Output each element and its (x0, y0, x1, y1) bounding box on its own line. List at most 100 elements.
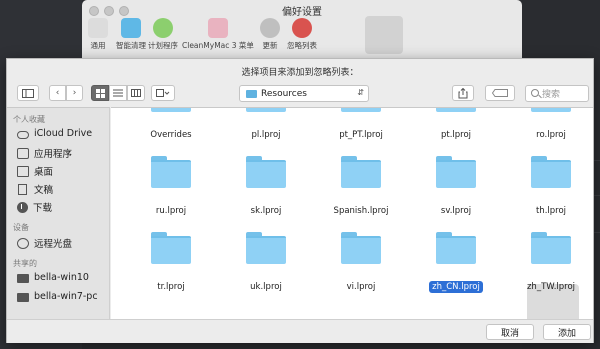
folder-item[interactable]: ro.lproj (506, 108, 593, 141)
folder-name: sv.lproj (440, 206, 472, 216)
view-columns-button[interactable] (127, 85, 145, 101)
folder-icon (436, 108, 476, 112)
folder-icon (151, 108, 191, 112)
updown-chevron-icon: ⇵ (357, 88, 364, 97)
columns-icon (131, 89, 141, 97)
view-gallery-button[interactable] (151, 85, 175, 101)
folder-icon (341, 108, 381, 112)
folder-item[interactable]: vi.lproj (316, 232, 406, 293)
tag-icon (492, 89, 508, 97)
view-list-button[interactable] (109, 85, 127, 101)
folder-item[interactable]: ru.lproj (126, 156, 216, 217)
monitor-icon (121, 18, 141, 38)
folder-name: th.lproj (535, 206, 567, 216)
switch-icon (88, 18, 108, 38)
folder-name: ro.lproj (536, 130, 566, 140)
folder-icon (246, 156, 286, 188)
tags-button[interactable] (485, 85, 515, 101)
folder-item[interactable]: tr.lproj (126, 232, 216, 293)
prefs-toolbar-label: 智能清理 (116, 41, 146, 50)
document-icon (18, 183, 27, 195)
prefs-toolbar-item[interactable]: CleanMyMac 3 菜单 (182, 18, 254, 51)
list-icon (113, 89, 123, 97)
sidebar-item[interactable]: bella-win10 (17, 272, 89, 283)
prefs-toolbar-item[interactable]: 忽略列表 (287, 18, 317, 51)
folder-item[interactable]: pt.lproj (411, 108, 501, 141)
sidebar-item[interactable]: 远程光盘 (17, 236, 72, 250)
path-popup[interactable]: Resources ⇵ (239, 85, 369, 102)
sidebar-item[interactable]: 下载 (17, 200, 52, 214)
add-button[interactable]: 添加 (543, 324, 591, 340)
gallery-chevron-icon (156, 89, 170, 97)
folder-item[interactable]: uk.lproj (221, 232, 311, 293)
applications-icon (17, 147, 29, 159)
computer-icon (17, 292, 29, 302)
sidebar-item[interactable]: 应用程序 (17, 146, 72, 160)
sidebar-item[interactable]: 桌面 (17, 164, 53, 178)
file-grid[interactable]: Overrides pl.lproj pt_PT.lproj pt.lproj ro.l… (111, 107, 593, 319)
folder-name: tr.lproj (157, 282, 185, 292)
folder-name: zh_CN.lproj (429, 281, 483, 293)
sidebar-icon (22, 88, 34, 98)
sidebar-item[interactable]: iCloud Drive (17, 128, 92, 139)
folder-icon (246, 232, 286, 264)
sidebar-item-label: 应用程序 (34, 149, 73, 160)
sheet-toolbar: ‹ › Resources ⇵ 搜索 (7, 81, 593, 107)
sidebar-toggle-button[interactable] (17, 85, 39, 101)
share-icon (458, 87, 468, 98)
sidebar: 个人收藏 iCloud Drive 应用程序 桌面 文稿 下载 设备 远程光盘 共享的 … (7, 107, 110, 319)
folder-name: pt_PT.lproj (339, 130, 383, 140)
search-input[interactable]: 搜索 (525, 85, 589, 102)
folder-item[interactable]: sk.lproj (221, 156, 311, 217)
folder-icon (246, 108, 286, 112)
folder-name: Overrides (150, 130, 192, 140)
sidebar-item-label: 桌面 (34, 167, 54, 178)
sidebar-heading-devices: 设备 (13, 223, 29, 232)
folder-icon (531, 232, 571, 264)
share-button[interactable] (452, 85, 474, 101)
folder-item[interactable]: sv.lproj (411, 156, 501, 217)
folder-item[interactable]: zh_CN.lproj (411, 232, 501, 293)
prefs-toolbar-item[interactable]: 智能清理 (116, 18, 146, 51)
desktop-icon (17, 165, 29, 177)
folder-name: ru.lproj (155, 206, 187, 216)
view-icons-button[interactable] (91, 85, 109, 101)
sidebar-item[interactable]: bella-win7-pc (17, 291, 98, 302)
download-icon (260, 18, 280, 38)
sidebar-item-label: 文稿 (34, 185, 54, 196)
prefs-toolbar-label: 忽略列表 (287, 41, 317, 50)
prefs-toolbar-item[interactable]: 更新 (260, 18, 280, 51)
prefs-toolbar-item[interactable]: 通用 (88, 18, 108, 51)
folder-item[interactable]: zh_TW.lproj (506, 232, 593, 293)
sidebar-item-label: bella-win7-pc (34, 291, 98, 302)
folder-item[interactable]: pl.lproj (221, 108, 311, 141)
prefs-toolbar-label: 计划程序 (148, 41, 178, 50)
back-button[interactable]: ‹ (49, 85, 66, 101)
toolbar-selection-highlight (365, 16, 403, 54)
cancel-button[interactable]: 取消 (486, 324, 534, 340)
prefs-toolbar-item[interactable]: 计划程序 (148, 18, 178, 51)
folder-icon (436, 232, 476, 264)
folder-icon (531, 108, 571, 112)
prefs-toolbar-label: 更新 (262, 41, 278, 50)
folder-item[interactable]: Overrides (126, 108, 216, 141)
sidebar-item[interactable]: 文稿 (17, 182, 53, 196)
folder-name: pt.lproj (440, 130, 472, 140)
path-label: Resources (261, 88, 307, 99)
folder-item[interactable]: pt_PT.lproj (316, 108, 406, 141)
sheet-title: 选择项目来添加到忽略列表： (241, 68, 359, 78)
folder-item[interactable]: Spanish.lproj (316, 156, 406, 217)
app-icon (207, 18, 228, 38)
folder-icon (341, 156, 381, 188)
folder-icon (341, 232, 381, 264)
forward-button[interactable]: › (66, 85, 83, 101)
no-entry-icon (292, 18, 312, 38)
folder-item[interactable]: th.lproj (506, 156, 593, 217)
sidebar-heading-favorites: 个人收藏 (13, 115, 45, 124)
grid-icon (95, 88, 105, 98)
prefs-toolbar-label: 通用 (90, 41, 106, 50)
prefs-toolbar-label: CleanMyMac 3 菜单 (182, 41, 254, 50)
folder-icon (436, 156, 476, 188)
sidebar-item-label: bella-win10 (34, 272, 89, 283)
preferences-window: 偏好设置 通用 智能清理 计划程序 CleanMyMac 3 菜单 更新 忽略列表 (82, 0, 522, 60)
